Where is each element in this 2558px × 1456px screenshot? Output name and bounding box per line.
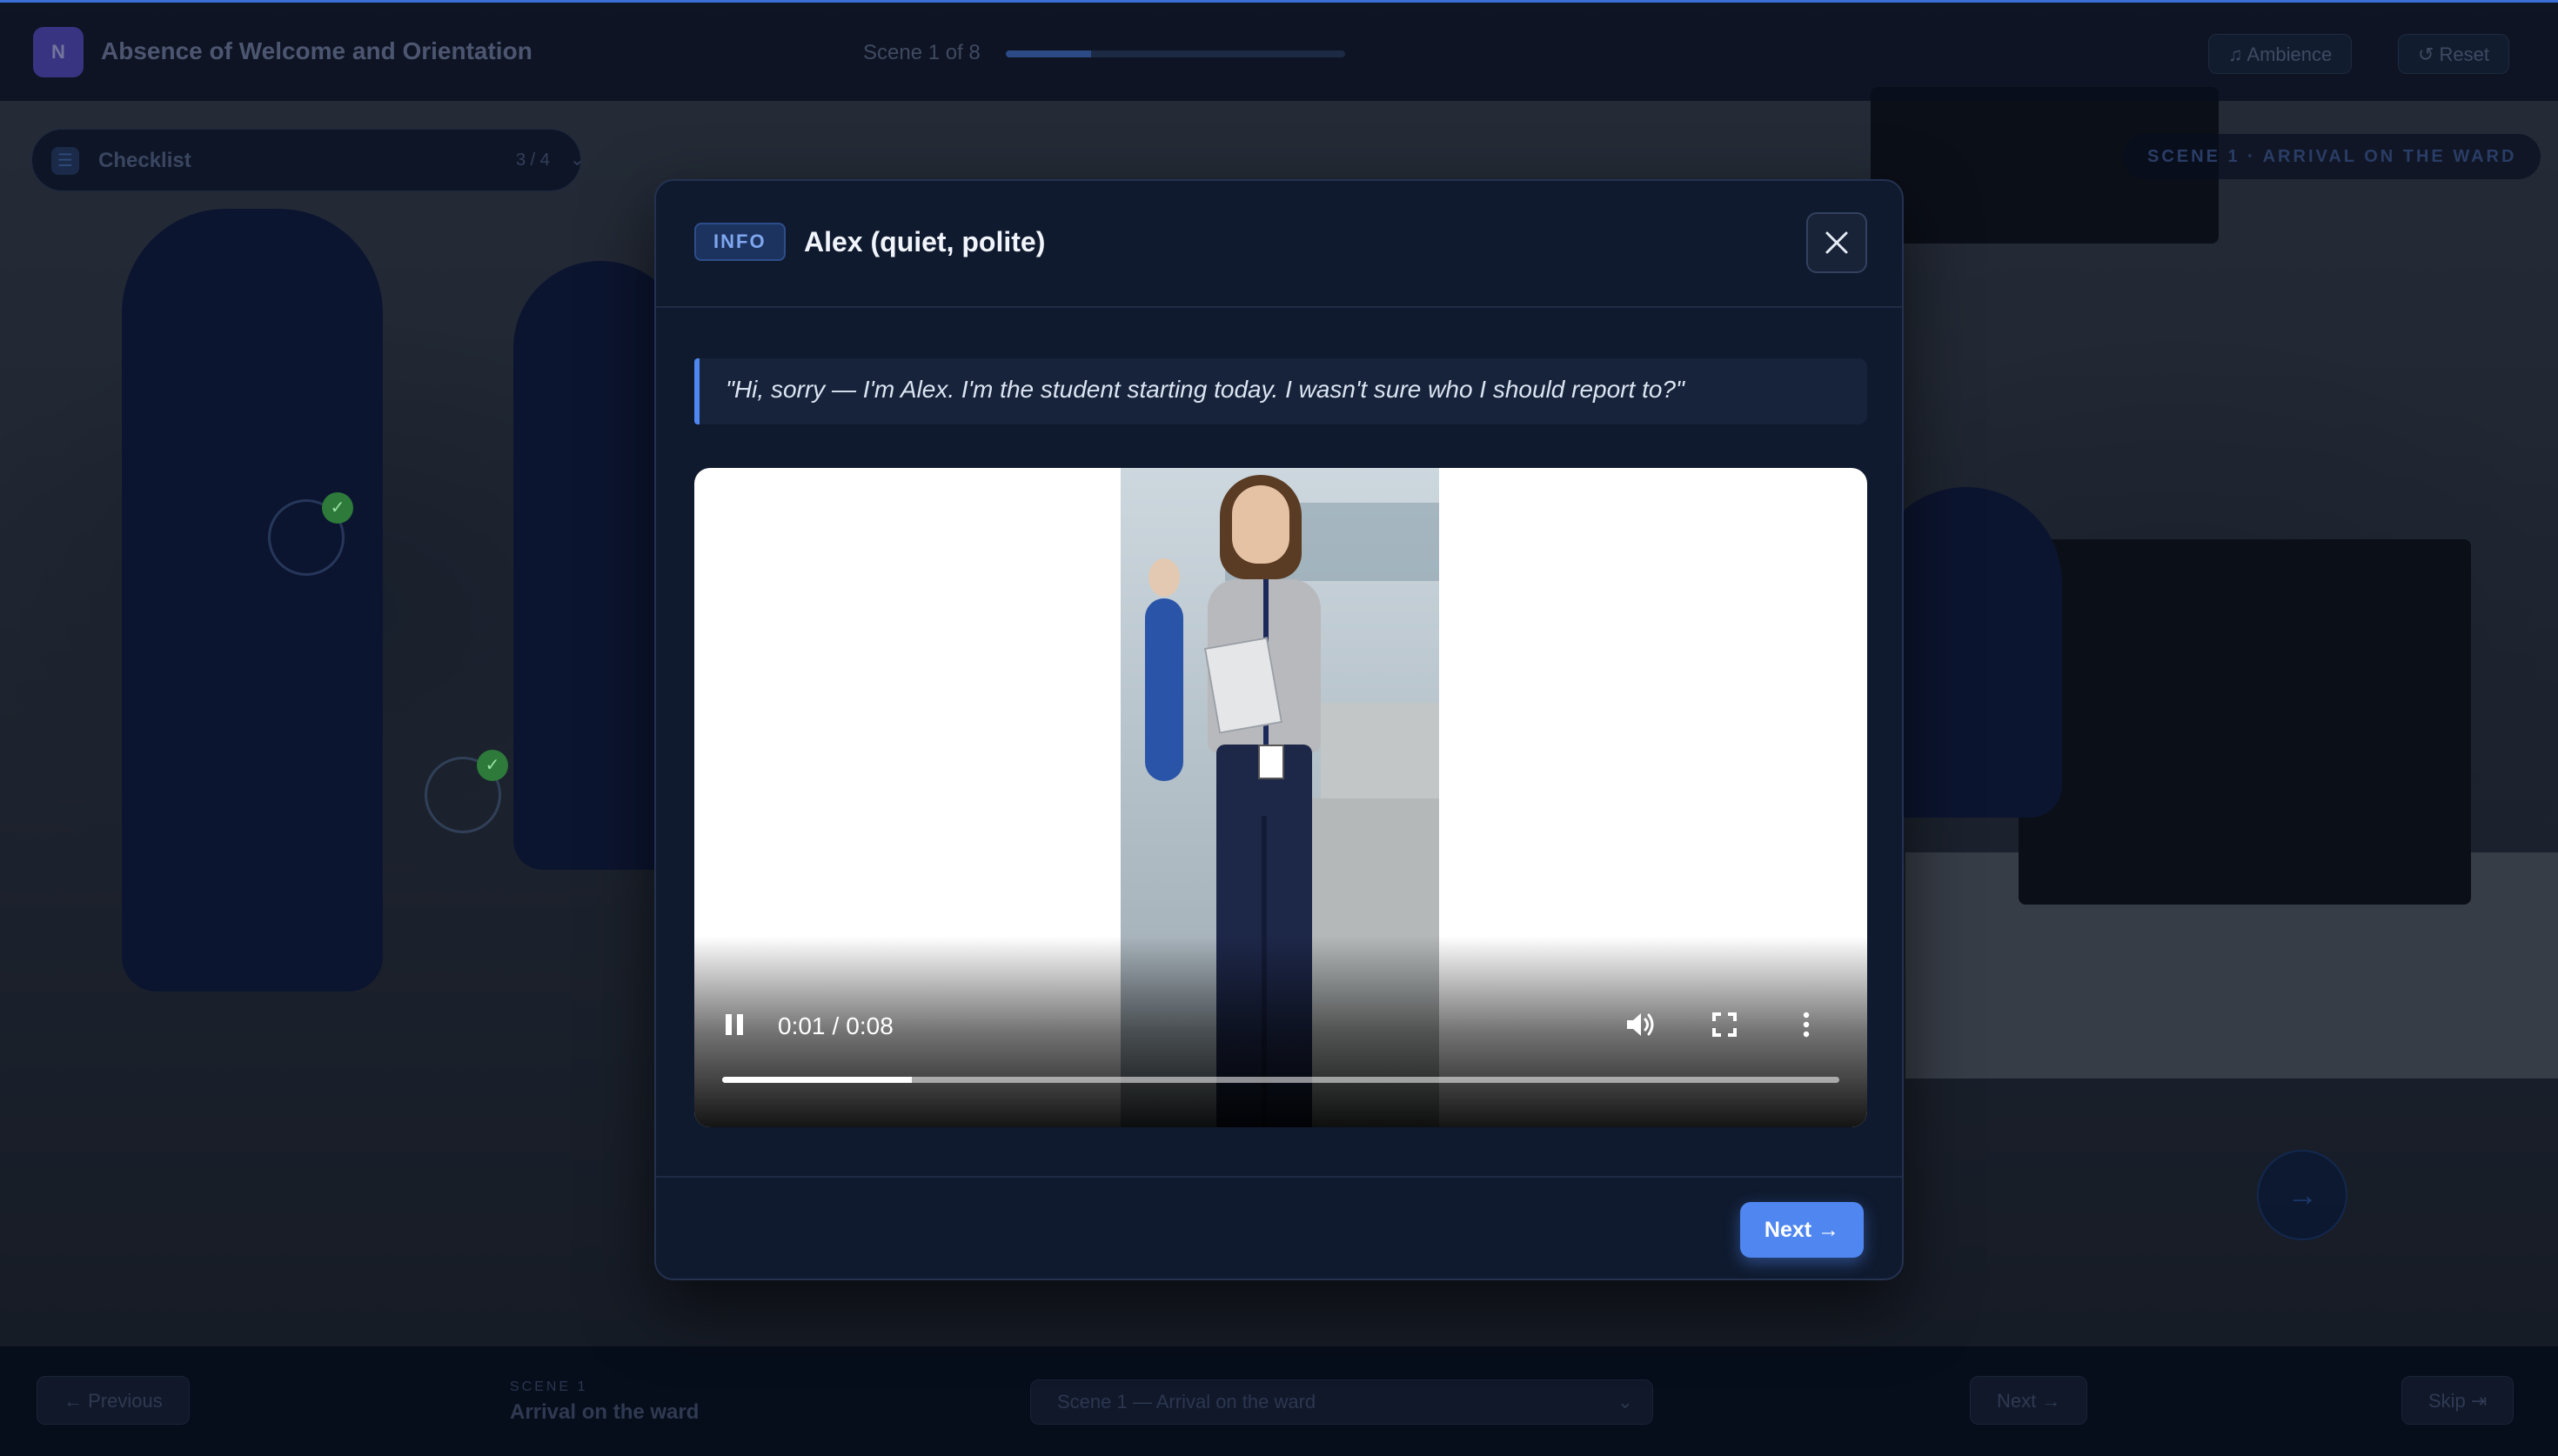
scene-forward-hotspot[interactable]: → (2257, 1150, 2347, 1240)
more-vertical-icon (1803, 1012, 1810, 1038)
info-badge: INFO (694, 223, 786, 261)
bottom-scene-kicker: SCENE 1 (510, 1379, 588, 1394)
next-button[interactable]: Next → (1740, 1202, 1864, 1258)
modal-header: INFO Alex (quiet, polite) (656, 181, 1902, 308)
quote-box: "Hi, sorry — I'm Alex. I'm the student s… (694, 358, 1867, 424)
chevron-down-icon: ⌄ (1617, 1391, 1633, 1413)
scene-count: Scene 1 of 8 (863, 41, 981, 64)
scene-tag: SCENE 1 · ARRIVAL ON THE WARD (2123, 134, 2541, 179)
check-icon: ✓ (477, 750, 508, 781)
skip-button[interactable]: Skip ⇥ (2401, 1376, 2514, 1425)
close-button[interactable] (1806, 212, 1867, 273)
scene-progress-fill (1006, 50, 1091, 57)
bottom-scene-title: Arrival on the ward (510, 1400, 700, 1424)
video-bg-person (1148, 558, 1180, 597)
fullscreen-button[interactable] (1707, 1007, 1742, 1042)
bottom-next-button[interactable]: Next → (1970, 1376, 2088, 1425)
video-subject-badge (1258, 745, 1284, 779)
mute-button[interactable] (1624, 1007, 1658, 1042)
reset-button[interactable]: ↺ Reset (2398, 34, 2510, 74)
top-bar: N Absence of Welcome and Orientation Sce… (0, 0, 2558, 101)
video-bg-person (1145, 598, 1183, 781)
quote-text: "Hi, sorry — I'm Alex. I'm the student s… (726, 376, 1684, 403)
more-options-button[interactable] (1789, 1007, 1824, 1042)
video-duration: 0:08 (846, 1012, 894, 1039)
arrow-right-icon: → (2287, 1177, 2318, 1212)
scene-select-value: Scene 1 — Arrival on the ward (1057, 1391, 1316, 1413)
ambience-button[interactable]: ♫ Ambience (2208, 34, 2353, 74)
close-icon (1825, 231, 1848, 254)
scene-progress-bar (1006, 50, 1345, 57)
checklist-icon: ☰ (51, 147, 79, 175)
video-current-time: 0:01 (778, 1012, 826, 1039)
video-time: 0:01/0:08 (778, 1012, 894, 1040)
fullscreen-icon (1712, 1012, 1737, 1037)
app-logo: N (33, 27, 84, 77)
video-seek-progress (722, 1077, 913, 1083)
modal-footer: Next → (656, 1176, 1902, 1279)
previous-button[interactable]: ← Previous (37, 1376, 190, 1425)
scene-select[interactable]: Scene 1 — Arrival on the ward ⌄ (1030, 1379, 1653, 1425)
video-subject-face (1232, 485, 1289, 564)
info-modal: INFO Alex (quiet, polite) "Hi, sorry — I… (654, 179, 1904, 1280)
checklist-label: Checklist (98, 149, 191, 172)
volume-icon (1627, 1013, 1654, 1036)
play-pause-button[interactable] (720, 1011, 748, 1039)
video-seek-bar[interactable] (722, 1077, 1839, 1083)
chevron-down-icon: ⌄ (570, 150, 585, 170)
video-player[interactable]: 0:01/0:08 (694, 468, 1867, 1127)
bottom-bar: ← Previous SCENE 1 Arrival on the ward S… (0, 1346, 2558, 1456)
modal-title: Alex (quiet, polite) (804, 226, 1046, 257)
app-title: Absence of Welcome and Orientation (101, 37, 532, 64)
checklist-count: 3 / 4 (516, 150, 550, 170)
checklist-toggle[interactable]: ☰ Checklist 3 / 4 ⌄ (31, 129, 585, 191)
pause-icon (726, 1014, 743, 1035)
video-time-separator: / (832, 1012, 840, 1039)
check-icon: ✓ (322, 492, 353, 524)
